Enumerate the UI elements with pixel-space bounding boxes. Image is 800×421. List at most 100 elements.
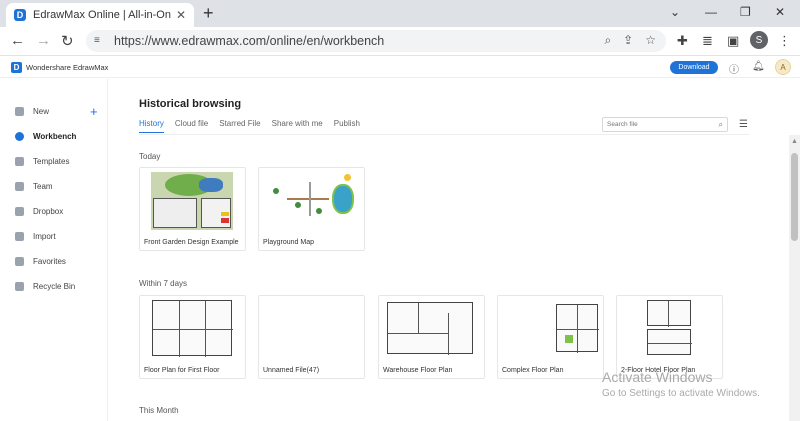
windows-activation-watermark: Activate Windows Go to Settings to activ… xyxy=(602,369,760,399)
side-panel-icon[interactable]: ▣ xyxy=(727,33,739,49)
user-avatar[interactable]: A xyxy=(775,59,791,75)
brand-logo[interactable]: D Wondershare EdrawMax xyxy=(11,62,108,73)
download-button[interactable]: Download xyxy=(670,61,718,74)
add-new-icon[interactable]: + xyxy=(90,104,98,119)
file-thumbnail xyxy=(140,296,245,360)
file-name: Floor Plan for First Floor xyxy=(144,367,220,374)
section-within-7-days: Within 7 days xyxy=(139,279,188,288)
bookmark-star-icon[interactable]: ☆ xyxy=(645,33,656,48)
file-card[interactable]: Playground Map xyxy=(258,167,365,251)
file-card[interactable]: Unnamed File(47) xyxy=(258,295,365,379)
tab-starred-file[interactable]: Starred File xyxy=(219,119,260,133)
templates-icon xyxy=(15,157,24,166)
sidebar-item-templates[interactable]: Templates xyxy=(15,157,69,166)
watermark-title: Activate Windows xyxy=(602,369,713,385)
sidebar-item-import[interactable]: Import xyxy=(15,232,56,241)
edrawmax-favicon-icon: D xyxy=(14,9,26,21)
team-icon xyxy=(15,182,24,191)
restore-icon[interactable]: ❐ xyxy=(740,5,751,19)
section-today: Today xyxy=(139,152,161,161)
sidebar-item-dropbox[interactable]: Dropbox xyxy=(15,207,63,216)
search-box[interactable]: ⌕ xyxy=(602,117,728,132)
cloud-icon xyxy=(15,132,24,141)
file-thumbnail xyxy=(379,296,484,360)
file-thumbnail xyxy=(617,296,722,360)
page-scrollbar[interactable]: ▲ xyxy=(789,135,800,421)
file-thumbnail xyxy=(259,168,364,232)
sidebar-item-label: Team xyxy=(33,182,53,191)
new-file-icon xyxy=(15,107,24,116)
tune-icon[interactable]: ≡ xyxy=(94,35,106,47)
file-card[interactable]: Front Garden Design Example xyxy=(139,167,246,251)
file-thumbnail xyxy=(498,296,603,360)
sidebar-item-label: New xyxy=(33,107,50,116)
file-card[interactable]: Warehouse Floor Plan xyxy=(378,295,485,379)
reload-icon[interactable]: ↻ xyxy=(61,32,74,50)
profile-avatar[interactable]: S xyxy=(750,31,768,49)
file-tabs: History Cloud file Starred File Share wi… xyxy=(139,119,360,133)
help-icon[interactable]: ⓘ xyxy=(729,61,739,76)
reading-list-icon[interactable]: ≣ xyxy=(702,33,713,49)
sidebar-item-recycle-bin[interactable]: Recycle Bin xyxy=(15,282,75,291)
section-this-month: This Month xyxy=(139,406,179,415)
sidebar: New + Workbench Templates Team Dropbox I… xyxy=(0,79,108,421)
watermark-subtitle: Go to Settings to activate Windows. xyxy=(602,388,760,399)
scroll-up-icon[interactable]: ▲ xyxy=(791,138,798,145)
file-name: Playground Map xyxy=(263,239,314,246)
file-card[interactable]: 2-Floor Hotel Floor Plan xyxy=(616,295,723,379)
tab-divider xyxy=(139,134,749,135)
sidebar-item-label: Favorites xyxy=(33,257,66,266)
file-name: Complex Floor Plan xyxy=(502,367,564,374)
sidebar-item-label: Workbench xyxy=(33,132,77,141)
file-card[interactable]: Complex Floor Plan xyxy=(497,295,604,379)
search-input[interactable] xyxy=(607,121,707,128)
close-tab-icon[interactable]: ✕ xyxy=(176,8,186,22)
browser-tab-strip: D EdrawMax Online | All-in-One Diagram ✕… xyxy=(0,0,800,27)
sidebar-item-label: Dropbox xyxy=(33,207,64,216)
url-field[interactable]: ≡ https://www.edrawmax.com/online/en/wor… xyxy=(86,30,666,52)
share-icon[interactable]: ⇪ xyxy=(623,33,633,48)
browser-tab-title: EdrawMax Online | All-in-One Diagram xyxy=(33,9,171,21)
address-bar: ← → ↻ ≡ https://www.edrawmax.com/online/… xyxy=(0,27,800,56)
search-icon[interactable]: ⌕ xyxy=(719,120,723,130)
dropbox-icon xyxy=(15,207,24,216)
url-text: https://www.edrawmax.com/online/en/workb… xyxy=(114,34,385,48)
page-title: Historical browsing xyxy=(139,98,242,110)
sidebar-item-team[interactable]: Team xyxy=(15,182,53,191)
sidebar-item-label: Import xyxy=(33,232,56,241)
sidebar-item-workbench[interactable]: Workbench xyxy=(15,132,76,141)
import-icon xyxy=(15,232,24,241)
heart-icon xyxy=(15,257,24,266)
tab-history[interactable]: History xyxy=(139,119,164,133)
forward-icon[interactable]: → xyxy=(36,32,51,49)
sidebar-item-new[interactable]: New xyxy=(15,107,49,116)
sidebar-item-favorites[interactable]: Favorites xyxy=(15,257,66,266)
scrollbar-thumb[interactable] xyxy=(791,153,798,241)
close-window-icon[interactable]: ✕ xyxy=(775,5,785,19)
browser-menu-icon[interactable]: ⋮ xyxy=(778,33,791,49)
new-tab-icon[interactable]: + xyxy=(203,3,214,24)
list-view-icon[interactable]: ☰ xyxy=(739,119,748,130)
tab-publish[interactable]: Publish xyxy=(334,119,360,133)
trash-icon xyxy=(15,282,24,291)
chevron-down-icon[interactable]: ⌄ xyxy=(670,5,680,19)
sidebar-item-label: Recycle Bin xyxy=(33,282,76,291)
back-icon[interactable]: ← xyxy=(10,32,25,49)
edrawmax-logo-icon: D xyxy=(11,62,22,73)
file-name: Warehouse Floor Plan xyxy=(383,367,453,374)
bell-icon[interactable]: 🔔︎ xyxy=(752,61,765,72)
app-header: D Wondershare EdrawMax Download ⓘ 🔔︎ A xyxy=(0,56,800,78)
minimize-icon[interactable]: — xyxy=(705,5,717,19)
extensions-icon[interactable]: ✚ xyxy=(677,33,688,49)
brand-name: Wondershare EdrawMax xyxy=(26,63,109,72)
browser-tab[interactable]: D EdrawMax Online | All-in-One Diagram ✕ xyxy=(6,3,194,27)
tab-cloud-file[interactable]: Cloud file xyxy=(175,119,208,133)
file-thumbnail xyxy=(140,168,245,232)
zoom-icon[interactable]: ⌕ xyxy=(604,33,611,48)
file-name: Front Garden Design Example xyxy=(144,239,239,246)
sidebar-item-label: Templates xyxy=(33,157,70,166)
tab-share-with-me[interactable]: Share with me xyxy=(272,119,323,133)
file-name: Unnamed File(47) xyxy=(263,367,320,374)
file-thumbnail xyxy=(259,296,364,360)
file-card[interactable]: Floor Plan for First Floor xyxy=(139,295,246,379)
